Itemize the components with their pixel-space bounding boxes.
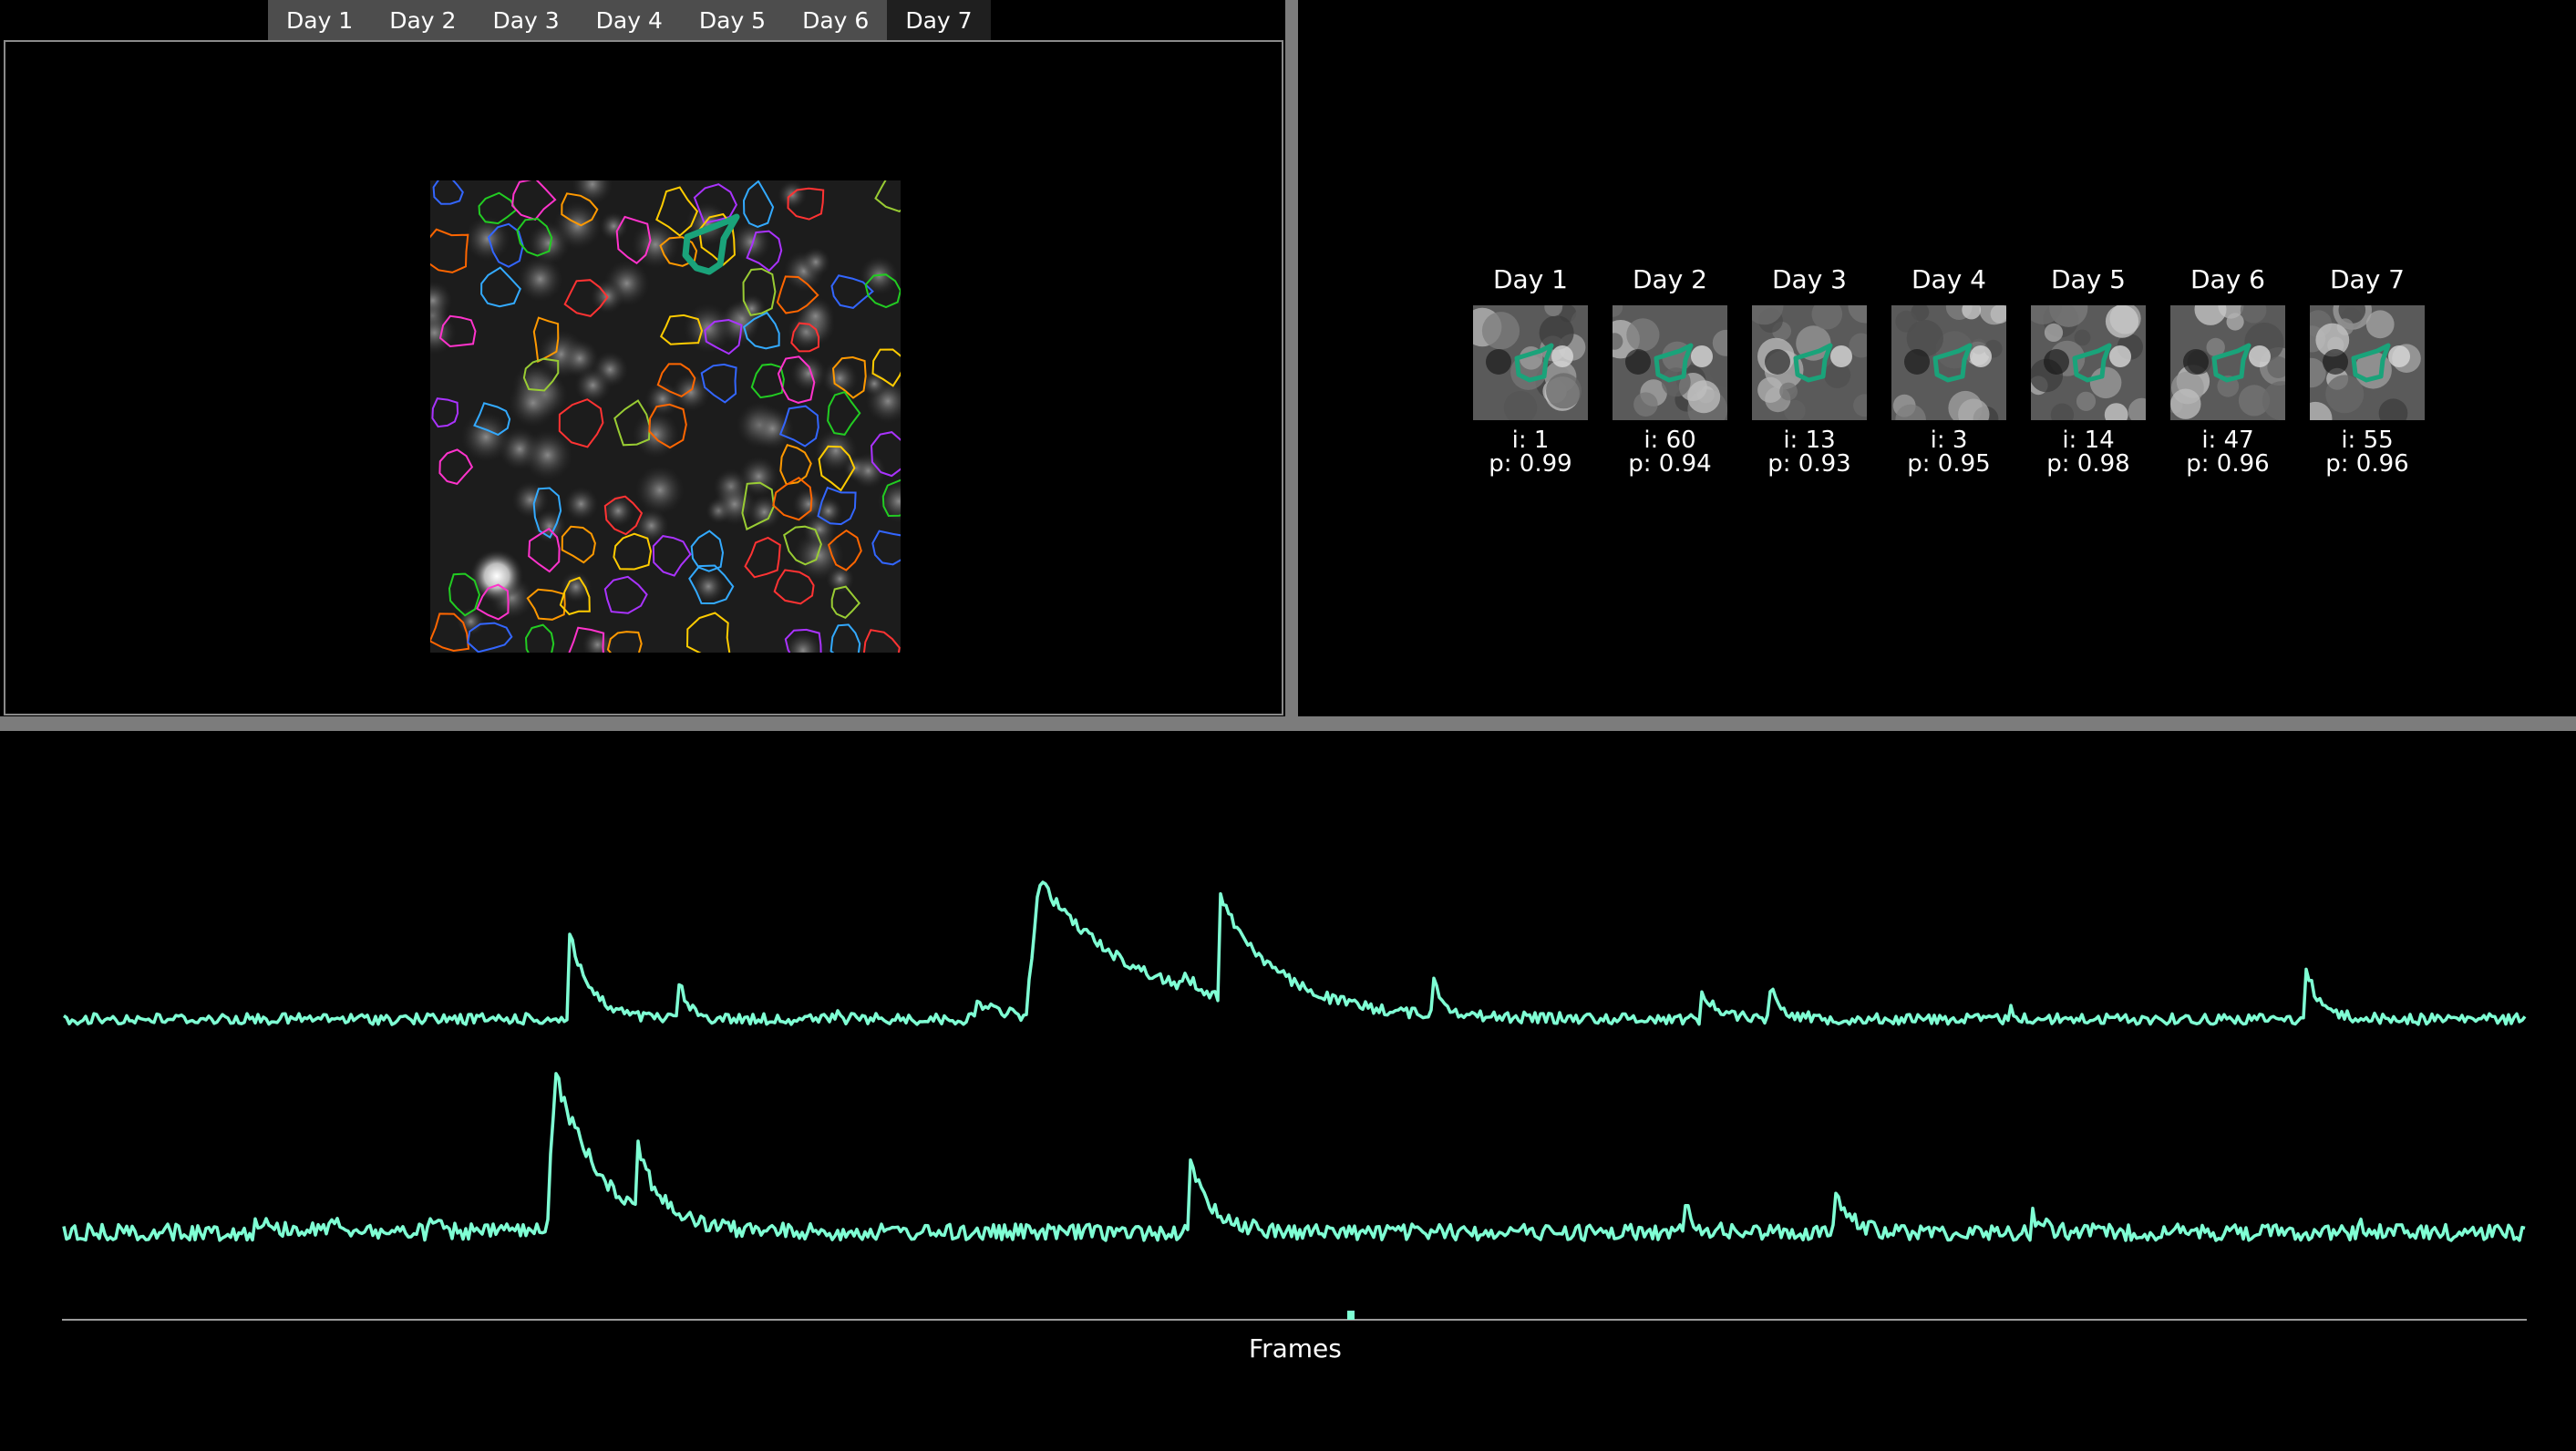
- thumbnail-probability: p: 0.96: [2325, 450, 2409, 478]
- frames-axis-label: Frames: [1249, 1333, 1342, 1364]
- tab-day-7[interactable]: Day 7: [887, 0, 991, 40]
- thumbnail-index: i: 55: [2341, 427, 2394, 454]
- thumbnail-day-2[interactable]: Day 2 i: 60 p: 0.94: [1611, 264, 1729, 476]
- thumbnail-stats: i: 13 p: 0.93: [1750, 428, 1869, 476]
- day-tab-bar: Day 1 Day 2 Day 3 Day 4 Day 5 Day 6 Day 7: [268, 0, 991, 40]
- horizontal-splitter[interactable]: [0, 716, 2576, 731]
- thumbnail-title: Day 3: [1771, 264, 1847, 294]
- thumbnail-index: i: 1: [1511, 427, 1550, 454]
- thumbnail-index: i: 3: [1930, 427, 1968, 454]
- thumbnail-day-6[interactable]: Day 6 i: 47 p: 0.96: [2169, 264, 2287, 476]
- thumbnail-title: Day 1: [1492, 264, 1568, 294]
- thumbnail-title: Day 4: [1911, 264, 1986, 294]
- thumbnail-probability: p: 0.94: [1628, 450, 1712, 478]
- thumbnail-image: [1473, 305, 1588, 420]
- thumbnail-day-1[interactable]: Day 1 i: 1 p: 0.99: [1471, 264, 1590, 476]
- thumbnail-probability: p: 0.95: [1907, 450, 1991, 478]
- tab-day-1[interactable]: Day 1: [268, 0, 372, 40]
- thumbnail-image: [1613, 305, 1727, 420]
- thumbnail-day-5[interactable]: Day 5 i: 14 p: 0.98: [2029, 264, 2148, 476]
- thumbnail-stats: i: 1 p: 0.99: [1471, 428, 1590, 476]
- thumbnail-image: [1891, 305, 2006, 420]
- thumbnail-probability: p: 0.98: [2046, 450, 2130, 478]
- tab-day-3[interactable]: Day 3: [474, 0, 578, 40]
- thumbnail-probability: p: 0.99: [1489, 450, 1572, 478]
- fov-image-view[interactable]: [4, 40, 1283, 715]
- thumbnail-title: Day 5: [2050, 264, 2126, 294]
- thumbnail-index: i: 60: [1643, 427, 1696, 454]
- thumbnail-image: [2170, 305, 2285, 420]
- vertical-splitter[interactable]: [1285, 0, 1298, 716]
- thumbnail-title: Day 7: [2329, 264, 2405, 294]
- thumbnail-title: Day 6: [2190, 264, 2265, 294]
- thumbnail-stats: i: 47 p: 0.96: [2169, 428, 2287, 476]
- thumbnail-day-4[interactable]: Day 4 i: 3 p: 0.95: [1890, 264, 2008, 476]
- thumbnail-image: [2310, 305, 2425, 420]
- fov-image[interactable]: [430, 180, 901, 653]
- trace-line-2: [62, 1072, 2526, 1242]
- tab-day-6[interactable]: Day 6: [784, 0, 888, 40]
- thumbnail-stats: i: 55 p: 0.96: [2308, 428, 2427, 476]
- thumbnail-image: [2031, 305, 2146, 420]
- tab-day-4[interactable]: Day 4: [577, 0, 681, 40]
- frame-position-marker[interactable]: [1347, 1311, 1355, 1320]
- thumbnail-stats: i: 14 p: 0.98: [2029, 428, 2148, 476]
- thumbnail-day-3[interactable]: Day 3 i: 13 p: 0.93: [1750, 264, 1869, 476]
- thumbnail-stats: i: 60 p: 0.94: [1611, 428, 1729, 476]
- thumbnail-day-7[interactable]: Day 7 i: 55 p: 0.96: [2308, 264, 2427, 476]
- tab-day-5[interactable]: Day 5: [680, 0, 785, 40]
- thumbnail-index: i: 47: [2201, 427, 2254, 454]
- trace-line-1: [63, 880, 2527, 1026]
- thumbnail-image: [1752, 305, 1867, 420]
- tab-day-2[interactable]: Day 2: [371, 0, 475, 40]
- thumbnail-title: Day 2: [1632, 264, 1707, 294]
- thumbnail-stats: i: 3 p: 0.95: [1890, 428, 2008, 476]
- thumbnail-probability: p: 0.96: [2186, 450, 2270, 478]
- thumbnail-probability: p: 0.93: [1767, 450, 1851, 478]
- thumbnail-index: i: 13: [1783, 427, 1836, 454]
- thumbnail-index: i: 14: [2062, 427, 2115, 454]
